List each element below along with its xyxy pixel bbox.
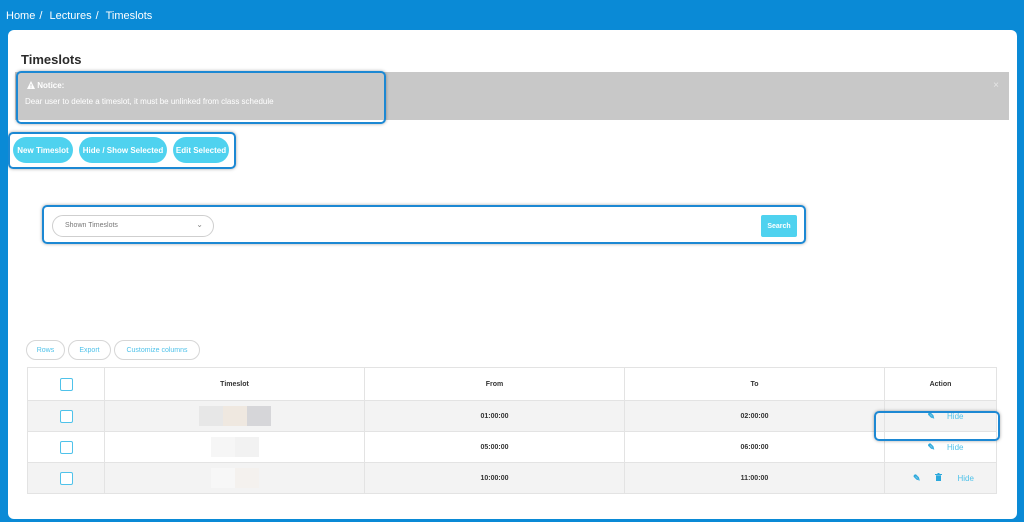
column-header-timeslot[interactable]: Timeslot — [104, 367, 365, 401]
warning-icon — [27, 81, 37, 90]
row-checkbox[interactable] — [59, 409, 73, 423]
trash-icon[interactable] — [934, 472, 942, 483]
row-checkbox[interactable] — [59, 440, 73, 454]
from-cell: 05:00:00 — [364, 431, 625, 463]
timeslots-table: Timeslot From To Action 01:00:00 02:00:0… — [27, 367, 997, 494]
row-checkbox[interactable] — [59, 471, 73, 485]
timeslot-cell — [104, 400, 365, 432]
to-cell: 11:00:00 — [624, 462, 885, 494]
to-cell: 06:00:00 — [624, 431, 885, 463]
column-header-from[interactable]: From — [364, 367, 625, 401]
redacted-image — [234, 437, 259, 457]
action-cell: ✎ Hide — [884, 431, 997, 463]
hide-link[interactable]: Hide — [947, 412, 963, 421]
timeslot-cell — [104, 462, 365, 494]
redacted-image — [222, 406, 247, 426]
breadcrumb-separator: / — [39, 10, 43, 22]
table-row: 05:00:00 06:00:00 ✎ Hide — [27, 431, 997, 463]
from-cell: 10:00:00 — [364, 462, 625, 494]
column-header-to[interactable]: To — [624, 367, 885, 401]
close-icon[interactable]: × — [993, 80, 999, 91]
search-button[interactable]: Search — [761, 215, 797, 237]
redacted-image — [198, 406, 223, 426]
table-row: 01:00:00 02:00:00 ✎ Hide — [27, 400, 997, 432]
notice-title: Notice: — [37, 81, 65, 90]
select-all-checkbox[interactable] — [59, 377, 73, 391]
redacted-image — [234, 468, 259, 488]
main-card: Timeslots Notice: Dear user to delete a … — [8, 30, 1017, 519]
breadcrumb-lectures[interactable]: Lectures — [49, 10, 91, 22]
action-cell: ✎ Hide — [884, 400, 997, 432]
breadcrumb: Home / Lectures / Timeslots — [6, 10, 156, 22]
table-row: 10:00:00 11:00:00 ✎ Hide — [27, 462, 997, 494]
notice-banner: Notice: Dear user to delete a timeslot, … — [15, 72, 1009, 120]
action-cell: ✎ Hide — [884, 462, 997, 494]
select-value: Shown Timeslots — [65, 222, 118, 229]
breadcrumb-current: Timeslots — [105, 10, 153, 22]
hide-show-selected-button[interactable]: Hide / Show Selected — [79, 137, 167, 163]
export-button[interactable]: Export — [68, 340, 111, 360]
table-header-row: Timeslot From To Action — [27, 367, 997, 401]
pencil-icon[interactable]: ✎ — [913, 473, 921, 484]
redacted-image — [246, 406, 271, 426]
breadcrumb-home[interactable]: Home — [6, 10, 35, 22]
pencil-icon[interactable]: ✎ — [928, 411, 936, 422]
hide-link[interactable]: Hide — [958, 474, 974, 483]
rows-button[interactable]: Rows — [26, 340, 65, 360]
to-cell: 02:00:00 — [624, 400, 885, 432]
pencil-icon[interactable]: ✎ — [928, 442, 936, 453]
timeslot-cell — [104, 431, 365, 463]
redacted-image — [210, 468, 235, 488]
from-cell: 01:00:00 — [364, 400, 625, 432]
customize-columns-button[interactable]: Customize columns — [114, 340, 200, 360]
chevron-down-icon: ⌄ — [196, 220, 203, 229]
breadcrumb-separator: / — [95, 10, 99, 22]
column-header-action: Action — [884, 367, 997, 401]
page-title: Timeslots — [21, 52, 82, 67]
redacted-image — [210, 437, 235, 457]
hide-link[interactable]: Hide — [947, 443, 963, 452]
edit-selected-button[interactable]: Edit Selected — [173, 137, 229, 163]
timeslot-filter-select[interactable]: Shown Timeslots ⌄ — [52, 215, 214, 237]
new-timeslot-button[interactable]: New Timeslot — [13, 137, 73, 163]
notice-text: Dear user to delete a timeslot, it must … — [25, 97, 274, 106]
